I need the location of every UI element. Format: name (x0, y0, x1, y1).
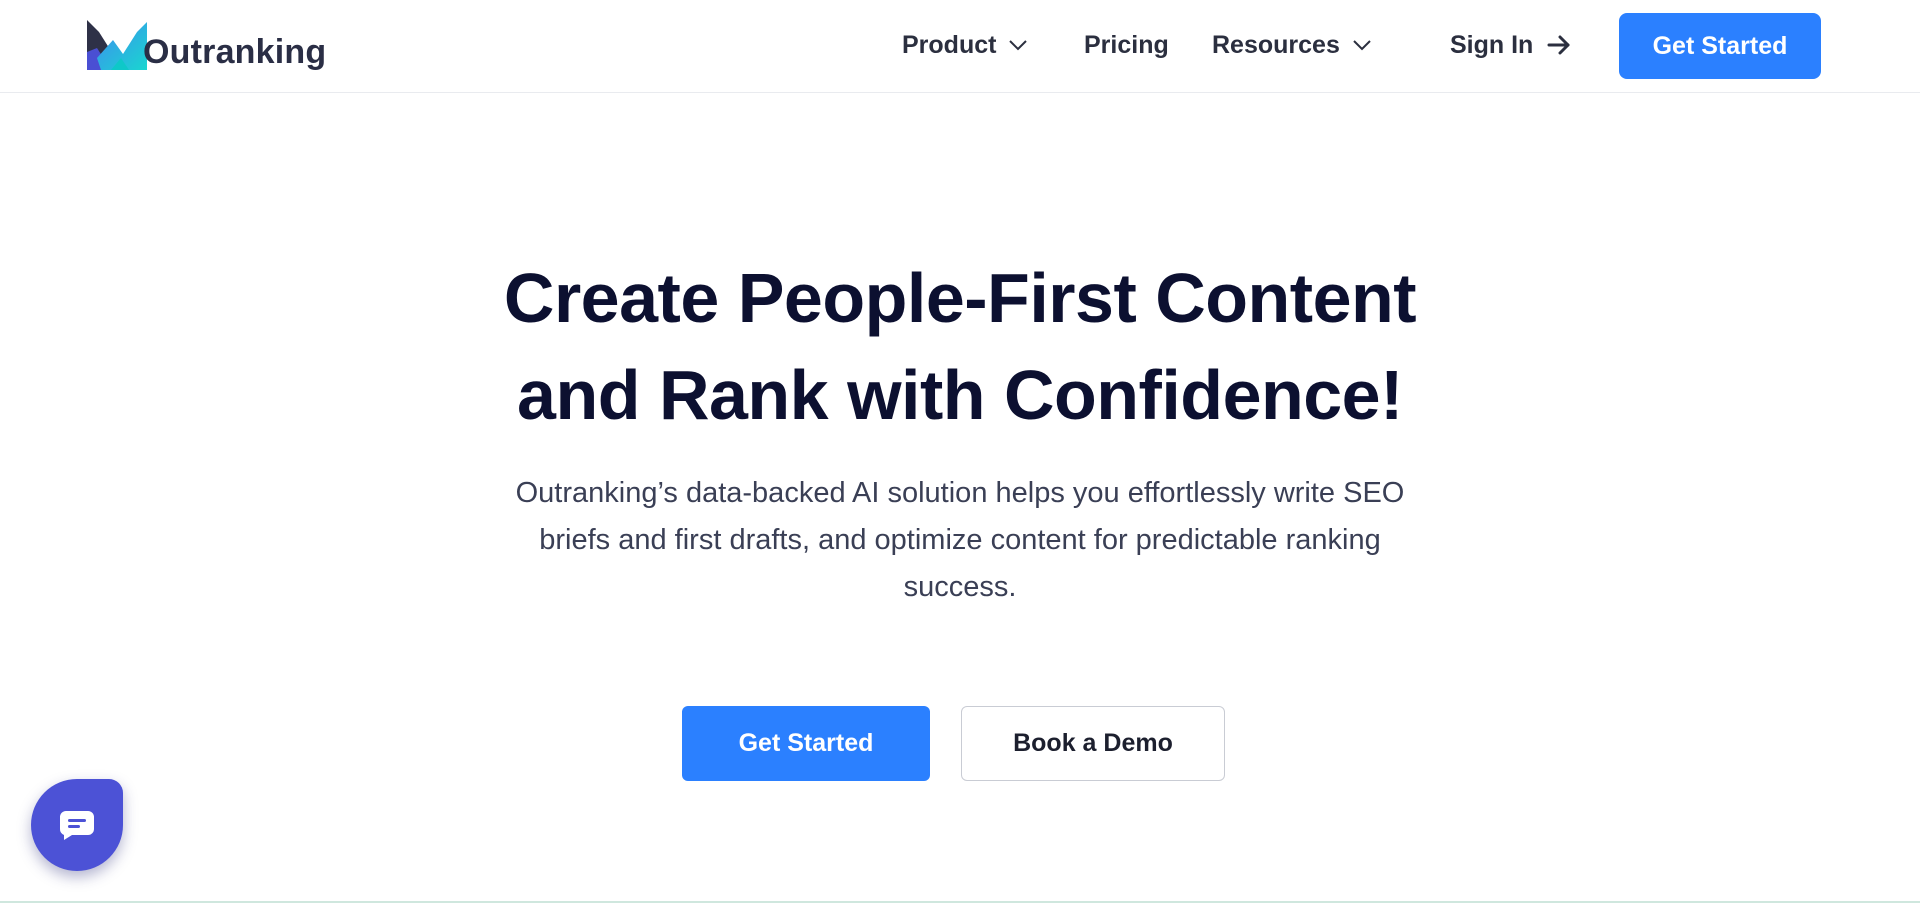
chat-widget-button[interactable] (31, 779, 123, 871)
nav-pricing-label: Pricing (1084, 30, 1169, 59)
nav-resources-label: Resources (1212, 30, 1340, 59)
sign-in-label: Sign In (1450, 30, 1534, 59)
hero-subtitle: Outranking’s data-backed AI solution hel… (460, 470, 1460, 611)
book-demo-button[interactable]: Book a Demo (961, 706, 1225, 781)
sign-in-link[interactable]: Sign In (1450, 28, 1571, 62)
arrow-right-icon (1547, 35, 1570, 55)
chevron-down-icon (1353, 40, 1371, 51)
hero-title: Create People-First Content and Rank wit… (360, 250, 1560, 444)
nav-product-label: Product (902, 30, 997, 59)
nav-resources[interactable]: Resources (1212, 28, 1372, 62)
hero-title-line-2: and Rank with Confidence! (517, 356, 1403, 434)
header-get-started-button[interactable]: Get Started (1619, 13, 1821, 79)
site-header: Outranking Product Pricing Resources Sig… (0, 0, 1920, 93)
nav-product[interactable]: Product (902, 28, 1028, 62)
chevron-down-icon (1009, 40, 1028, 51)
hero-subtitle-line-3: success. (903, 571, 1017, 603)
hero-subtitle-line-2: briefs and first drafts, and optimize co… (539, 524, 1381, 556)
hero-title-line-1: Create People-First Content (503, 259, 1417, 337)
hero-subtitle-line-1: Outranking’s data-backed AI solution hel… (515, 477, 1405, 509)
hero-get-started-button[interactable]: Get Started (682, 706, 930, 781)
nav-pricing[interactable]: Pricing (1084, 28, 1169, 62)
chat-icon (59, 811, 94, 840)
